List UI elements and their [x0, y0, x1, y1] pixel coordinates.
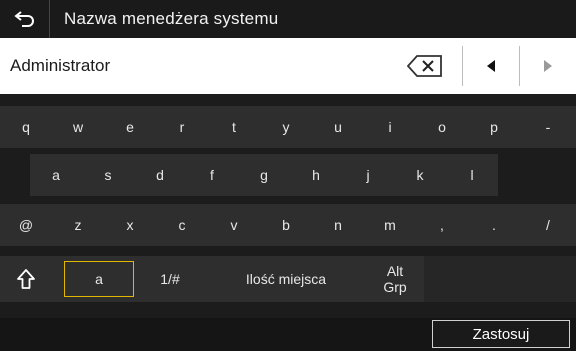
caret-left-icon [487, 60, 495, 72]
back-arrow-icon [13, 11, 34, 27]
key-q[interactable]: q [0, 106, 52, 148]
key-z[interactable]: z [52, 204, 104, 246]
key-d[interactable]: d [134, 154, 186, 196]
back-button[interactable] [0, 0, 50, 38]
key-a[interactable]: a [30, 154, 82, 196]
text-input-field[interactable]: Administrator [0, 56, 402, 76]
key-p[interactable]: p [468, 106, 520, 148]
key-y[interactable]: y [260, 106, 312, 148]
key-t[interactable]: t [208, 106, 260, 148]
key-e[interactable]: e [104, 106, 156, 148]
key-n[interactable]: n [312, 204, 364, 246]
space-key[interactable]: Ilość miejsca [206, 256, 366, 302]
grp-label: Grp [383, 279, 407, 295]
alt-label: Alt [386, 263, 404, 279]
alt-grp-key[interactable]: Alt Grp [366, 256, 424, 302]
key-l[interactable]: l [446, 154, 498, 196]
key-w[interactable]: w [52, 106, 104, 148]
row-end-blank [498, 154, 576, 196]
key-g[interactable]: g [238, 154, 290, 196]
key-x[interactable]: x [104, 204, 156, 246]
key-c[interactable]: c [156, 204, 208, 246]
key-h[interactable]: h [290, 154, 342, 196]
key-u[interactable]: u [312, 106, 364, 148]
on-screen-keyboard: q w e r t y u i o p - a s d f g h j k l … [0, 94, 576, 320]
mode-lowercase-key[interactable]: a [64, 261, 134, 297]
caret-right-icon [544, 60, 552, 72]
key-m[interactable]: m [364, 204, 416, 246]
key-k[interactable]: k [394, 154, 446, 196]
footer-bar: Zastosuj [0, 318, 576, 351]
backspace-icon [407, 55, 442, 77]
row-end-blank [424, 256, 576, 302]
page-title: Nazwa menedżera systemu [64, 9, 279, 28]
header-bar: Nazwa menedżera systemu [0, 0, 576, 38]
key-period[interactable]: . [468, 204, 520, 246]
backspace-button[interactable] [402, 38, 448, 94]
key-v[interactable]: v [208, 204, 260, 246]
key-r[interactable]: r [156, 106, 208, 148]
key-slash[interactable]: / [520, 204, 576, 246]
key-f[interactable]: f [186, 154, 238, 196]
cursor-left-button[interactable] [463, 38, 519, 94]
key-i[interactable]: i [364, 106, 416, 148]
cursor-right-button[interactable] [520, 38, 576, 94]
keyboard-row-4: a 1/# Ilość miejsca Alt Grp [0, 256, 576, 302]
key-dash[interactable]: - [520, 106, 576, 148]
keyboard-row-1: q w e r t y u i o p - [0, 106, 576, 148]
shift-key[interactable] [0, 256, 52, 302]
symbols-key[interactable]: 1/# [134, 256, 206, 302]
keyboard-row-3: @ z x c v b n m , . / [0, 204, 576, 246]
key-at[interactable]: @ [0, 204, 52, 246]
key-j[interactable]: j [342, 154, 394, 196]
key-comma[interactable]: , [416, 204, 468, 246]
key-s[interactable]: s [82, 154, 134, 196]
row-indent [0, 154, 30, 196]
shift-icon [17, 269, 35, 289]
keyboard-row-2: a s d f g h j k l [0, 154, 576, 196]
key-b[interactable]: b [260, 204, 312, 246]
text-input-bar: Administrator [0, 38, 576, 94]
apply-button[interactable]: Zastosuj [432, 320, 570, 348]
key-o[interactable]: o [416, 106, 468, 148]
